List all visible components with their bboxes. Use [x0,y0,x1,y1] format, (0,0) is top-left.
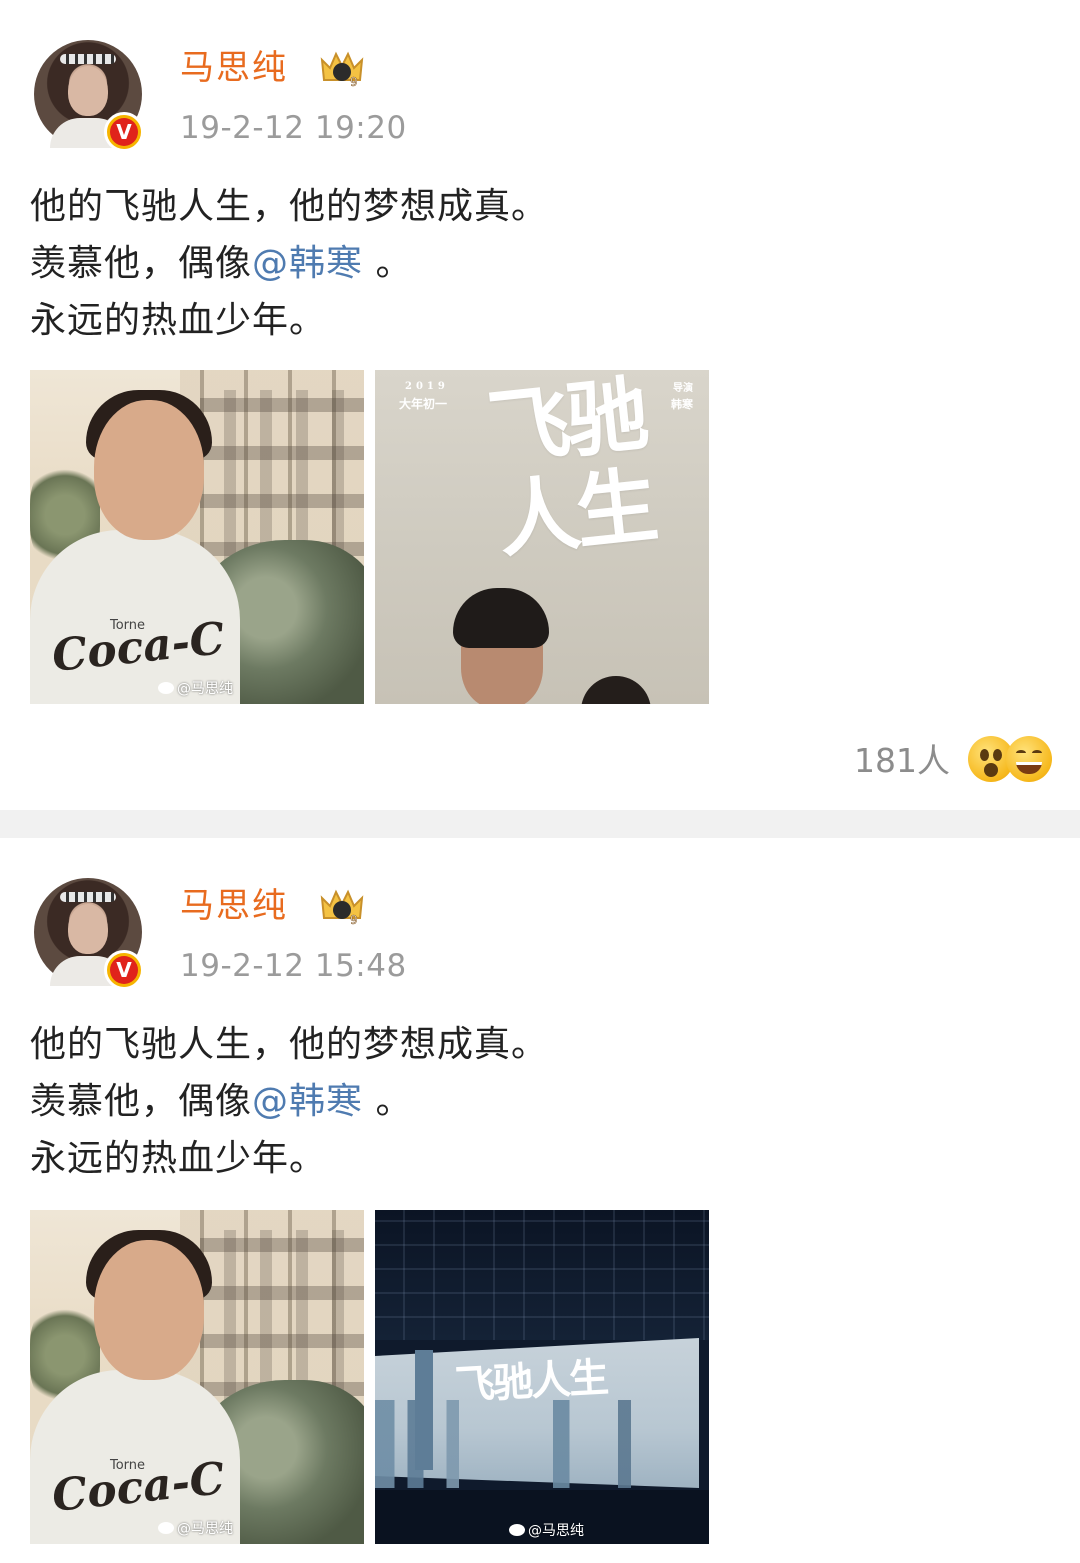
weibo-icon [158,1522,174,1534]
cinema-ceiling [375,1210,709,1340]
emoji-eye [980,749,989,761]
poster-second-actor [581,676,651,704]
username[interactable]: 马思纯 [180,44,288,92]
post-line-3: 永远的热血少年。 [30,300,327,341]
verified-badge-icon: V [104,112,144,152]
screen-title: 飞驰人生 [453,1354,609,1409]
post-line-2-text: 羡慕他，偶像 [30,1081,253,1122]
username[interactable]: 马思纯 [180,882,288,930]
mention-suffix: 。 [363,1081,413,1122]
poster-date: 大年初一 [399,397,448,411]
post-line-1: 他的飞驰人生，他的梦想成真。 [30,1024,549,1065]
image-head [94,400,204,540]
post-image-boy[interactable]: Coca-C Torne @马思纯 [30,370,364,704]
image-watermark: @马思纯 [509,1522,584,1540]
post-body: 他的飞驰人生，他的梦想成真。 羡慕他，偶像@韩寒 。 永远的热血少年。 [30,1016,1050,1187]
poster-year: 2019 [405,381,449,392]
post-image-poster[interactable]: 2019 大年初一 导演 韩寒 飞驰人生 [375,370,709,704]
reaction-count[interactable]: 181人 [854,738,950,784]
weibo-icon [509,1524,525,1536]
mention-link[interactable]: @韩寒 [252,243,363,284]
watermark-text: @马思纯 [177,681,233,697]
post-timestamp: 19-2-12 19:20 [180,110,407,146]
avatar-hairband [60,54,116,64]
emoji-eye [1032,750,1042,756]
verified-badge-icon: V [104,950,144,990]
post-image-boy[interactable]: Coca-C Torne @马思纯 [30,1210,364,1544]
post-image-cinema[interactable]: 飞驰人生 @马思纯 [375,1210,709,1544]
avatar-face [68,66,108,116]
verified-badge-letter: V [110,118,138,146]
post-line-1: 他的飞驰人生，他的梦想成真。 [30,186,549,227]
emoji-eye [1016,750,1026,756]
avatar[interactable]: V [34,878,144,990]
avatar[interactable]: V [34,40,144,152]
weibo-post: V 马思纯 9 19-2-12 15:48 他的飞驰人生，他的梦想成真。 羡慕他… [0,838,1080,1563]
cinema-tower [415,1350,433,1470]
vip-crown-icon: 9 [320,889,364,926]
laughing-emoji-icon[interactable] [1006,736,1052,782]
emoji-mouth [984,763,998,777]
avatar-hairband [60,892,116,902]
post-line-3: 永远的热血少年。 [30,1138,327,1179]
image-head [94,1240,204,1380]
weibo-icon [158,682,174,694]
poster-actor-hair [453,588,549,648]
svg-text:9: 9 [350,75,358,88]
svg-text:9: 9 [350,913,358,926]
vip-crown-icon: 9 [320,51,364,88]
post-body: 他的飞驰人生，他的梦想成真。 羡慕他，偶像@韩寒 。 永远的热血少年。 [30,178,1050,349]
avatar-face [68,904,108,954]
mention-suffix: 。 [363,243,413,284]
watermark-text: @马思纯 [177,1521,233,1537]
post-line-2: 羡慕他，偶像@韩寒 。 [30,235,1050,292]
mention-link[interactable]: @韩寒 [252,1081,363,1122]
post-line-2: 羡慕他，偶像@韩寒 。 [30,1073,1050,1130]
image-shirt-small-text: Torne [110,618,146,633]
post-timestamp: 19-2-12 15:48 [180,948,407,984]
weibo-post: V 马思纯 9 19-2-12 19:20 他的飞驰人生，他的梦想成真。 羡慕他… [0,0,1080,810]
post-line-2-text: 羡慕他，偶像 [30,243,253,284]
verified-badge-letter: V [110,956,138,984]
watermark-text: @马思纯 [528,1523,584,1539]
emoji-eye [993,749,1002,761]
post-divider [0,810,1080,838]
image-shirt-small-text: Torne [110,1458,146,1473]
image-watermark: @马思纯 [158,1520,233,1538]
poster-title: 飞驰人生 [483,370,659,570]
emoji-mouth [1016,762,1042,774]
image-watermark: @马思纯 [158,680,233,698]
